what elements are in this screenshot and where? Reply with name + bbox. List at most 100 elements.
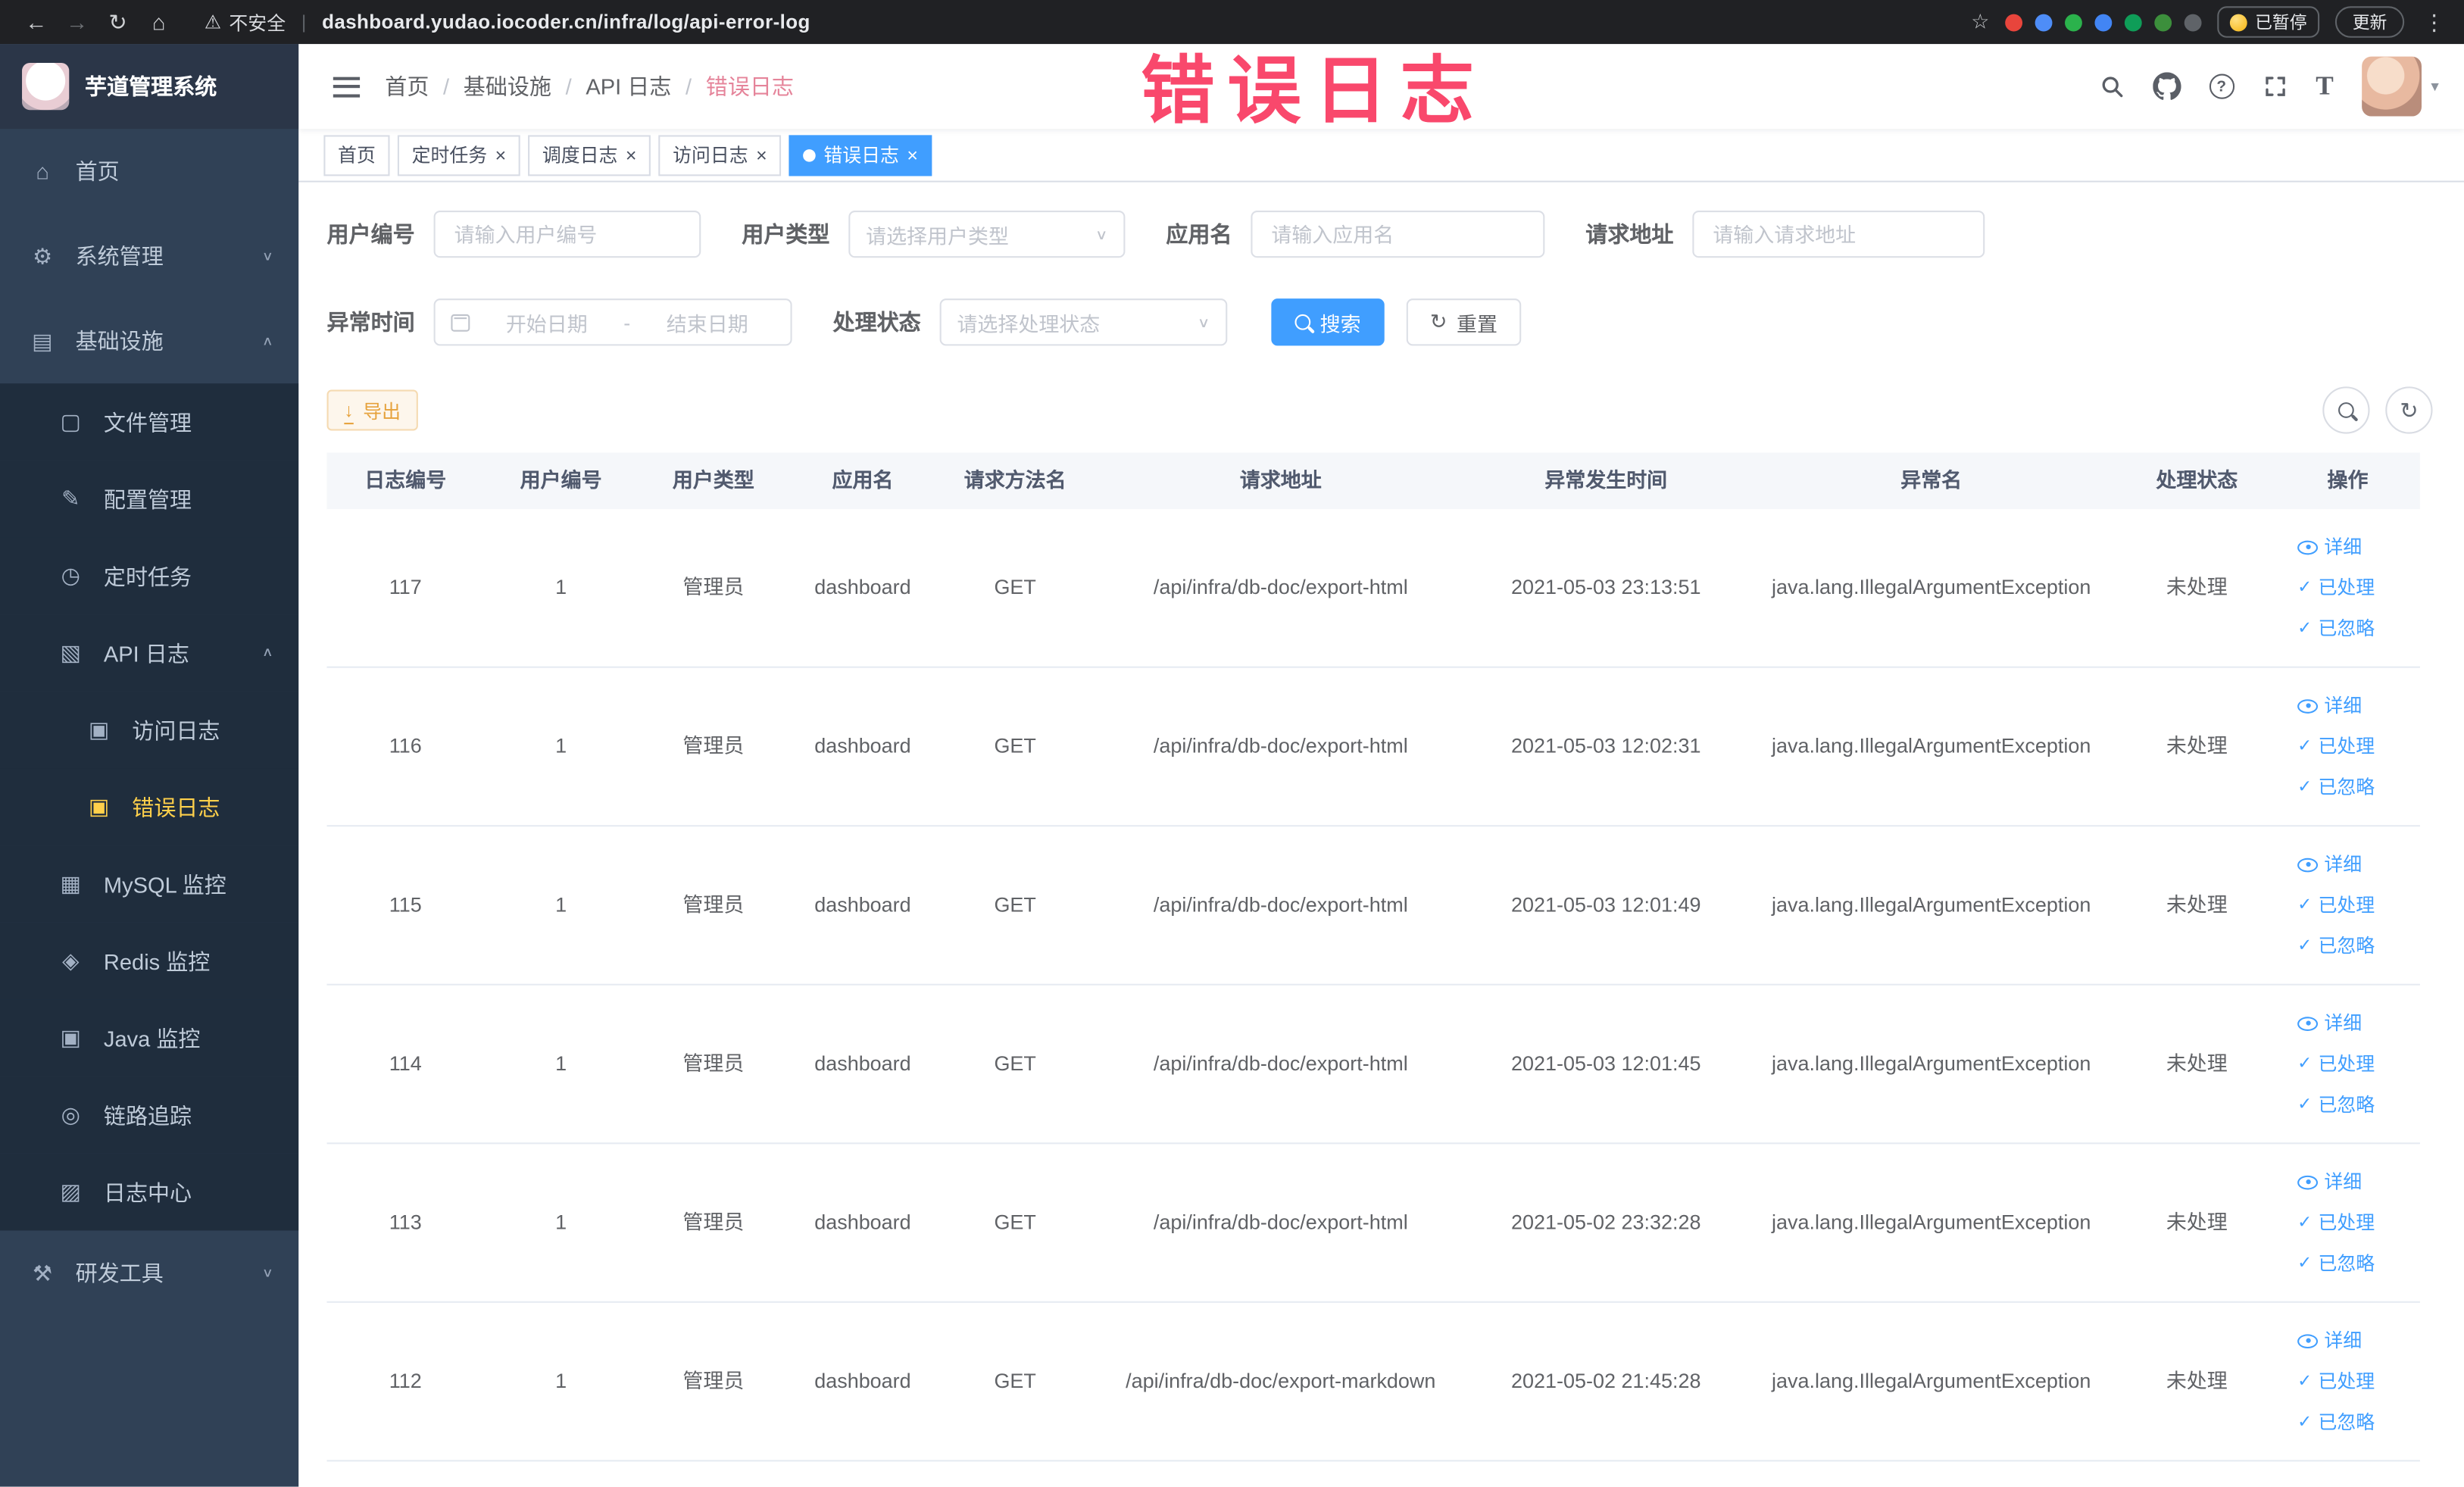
- home-icon[interactable]: ⌂: [139, 9, 180, 34]
- sidebar-item-0[interactable]: ⌂ 首页: [0, 129, 298, 214]
- app-logo[interactable]: 芋道管理系统: [0, 44, 299, 130]
- sidebar-item-14[interactable]: ⚒ 研发工具 ∨: [0, 1230, 298, 1315]
- hamburger-icon[interactable]: [333, 76, 361, 97]
- close-icon[interactable]: ×: [907, 145, 918, 164]
- column-header-7: 异常名: [1900, 468, 1963, 492]
- action-processed[interactable]: ✓ 已处理: [2297, 885, 2375, 926]
- paused-extension-badge[interactable]: 已暂停: [2217, 6, 2320, 38]
- user-type-select[interactable]: 请选择用户类型 ∨: [848, 210, 1126, 258]
- tab-4[interactable]: 错误日志 ×: [789, 134, 932, 176]
- action-ignored[interactable]: ✓ 已忽略: [2297, 1084, 2375, 1125]
- process-status-select[interactable]: 请选择处理状态 ∨: [939, 298, 1228, 346]
- extension-icon[interactable]: [2094, 13, 2113, 31]
- extension-icon[interactable]: [2154, 13, 2172, 31]
- check-icon: ✓: [2297, 776, 2313, 796]
- app-name-input[interactable]: [1251, 210, 1545, 258]
- help-icon[interactable]: ?: [2209, 73, 2234, 99]
- breadcrumb-item-1[interactable]: 基础设施: [464, 70, 551, 102]
- reset-button[interactable]: ↻ 重置: [1406, 298, 1522, 346]
- font-size-icon[interactable]: T: [2316, 70, 2334, 102]
- sidebar-item-13[interactable]: ▨ 日志中心: [0, 1153, 299, 1231]
- user-id-input[interactable]: [433, 210, 701, 258]
- action-detail[interactable]: 详细: [2297, 526, 2362, 567]
- cell-log-id: 112: [389, 1368, 422, 1392]
- extension-icon[interactable]: [2124, 13, 2142, 31]
- cell-exception-time: 2021-05-02 23:32:28: [1511, 1210, 1701, 1234]
- action-detail[interactable]: 详细: [2297, 1320, 2362, 1361]
- action-processed[interactable]: ✓ 已处理: [2297, 1044, 2375, 1085]
- end-date-placeholder: 结束日期: [666, 311, 748, 336]
- action-ignored[interactable]: ✓ 已忽略: [2297, 1402, 2375, 1443]
- tab-2[interactable]: 调度日志 ×: [528, 134, 651, 176]
- exception-time-range-picker[interactable]: 开始日期 - 结束日期: [433, 298, 792, 346]
- cell-app-name: dashboard: [814, 1368, 911, 1392]
- action-ignored[interactable]: ✓ 已忽略: [2297, 926, 2375, 967]
- url-text[interactable]: dashboard.yudao.iocoder.cn/infra/log/api…: [322, 11, 810, 33]
- action-detail[interactable]: 详细: [2297, 1003, 2362, 1044]
- toggle-search-button[interactable]: [2322, 386, 2370, 434]
- extension-icon[interactable]: [2065, 13, 2082, 31]
- browser-menu-icon[interactable]: ⋮: [2420, 8, 2448, 35]
- fullscreen-icon[interactable]: [2263, 74, 2288, 99]
- sidebar-item-11[interactable]: ▣ Java 监控: [0, 999, 299, 1077]
- search-icon[interactable]: [2099, 74, 2124, 99]
- extension-icon[interactable]: [2184, 13, 2202, 31]
- bookmark-star-icon[interactable]: ☆: [1971, 9, 1989, 34]
- sidebar-item-1[interactable]: ⚙ 系统管理 ∨: [0, 214, 298, 298]
- omnibox-divider: |: [301, 11, 307, 33]
- action-detail[interactable]: 详细: [2297, 844, 2362, 885]
- sidebar-item-10[interactable]: ◈ Redis 监控: [0, 922, 299, 1000]
- search-button[interactable]: 搜索: [1271, 298, 1385, 346]
- extension-icon[interactable]: [2035, 13, 2053, 31]
- action-ignored[interactable]: ✓ 已忽略: [2297, 608, 2375, 649]
- sidebar-item-4[interactable]: ✎ 配置管理: [0, 460, 299, 538]
- tab-0[interactable]: 首页: [323, 134, 390, 176]
- export-button[interactable]: ↓ 导出: [326, 389, 418, 431]
- action-ignored[interactable]: ✓ 已忽略: [2297, 767, 2375, 808]
- timer-icon: ◷: [61, 562, 81, 588]
- breadcrumb-item-0[interactable]: 首页: [385, 70, 429, 102]
- forward-icon[interactable]: →: [57, 9, 98, 34]
- breadcrumb-item-2[interactable]: API 日志: [586, 70, 671, 102]
- sidebar-item-5[interactable]: ◷ 定时任务: [0, 537, 299, 615]
- sidebar: 芋道管理系统 ⌂ 首页 ⚙ 系统管理 ∨ ▤ 基础设施 ∧ ▢ 文件管理 ✎ 配…: [0, 44, 299, 1487]
- action-processed[interactable]: ✓ 已处理: [2297, 726, 2375, 767]
- action-detail[interactable]: 详细: [2297, 686, 2362, 726]
- browser-actions: ☆ 已暂停 更新 ⋮: [1971, 6, 2448, 38]
- sidebar-item-6[interactable]: ▧ API 日志 ∧: [0, 614, 299, 692]
- action-ignored[interactable]: ✓ 已忽略: [2297, 1243, 2375, 1284]
- check-icon: ✓: [2297, 618, 2313, 638]
- action-label: 已忽略: [2318, 617, 2375, 639]
- action-processed[interactable]: ✓ 已处理: [2297, 567, 2375, 608]
- check-icon: ✓: [2297, 1094, 2313, 1114]
- sidebar-item-7[interactable]: ▣ 访问日志: [0, 691, 299, 769]
- sidebar-item-2[interactable]: ▤ 基础设施 ∧: [0, 298, 298, 383]
- action-label: 已处理: [2318, 1370, 2375, 1392]
- user-menu[interactable]: ▾: [2362, 56, 2439, 117]
- request-url-input[interactable]: [1692, 210, 1985, 258]
- tab-1[interactable]: 定时任务 ×: [397, 134, 520, 176]
- tab-3[interactable]: 访问日志 ×: [658, 134, 782, 176]
- action-detail[interactable]: 详细: [2297, 1161, 2362, 1202]
- tab-label: 首页: [338, 144, 376, 167]
- sidebar-item-9[interactable]: ▦ MySQL 监控: [0, 845, 299, 923]
- site-security-chip[interactable]: ⚠ 不安全: [205, 8, 286, 35]
- tab-label: 调度日志: [542, 144, 618, 167]
- back-icon[interactable]: ←: [16, 9, 57, 34]
- close-icon[interactable]: ×: [626, 145, 637, 164]
- close-icon[interactable]: ×: [495, 145, 507, 164]
- refresh-table-button[interactable]: ↻: [2385, 386, 2433, 434]
- extension-icon[interactable]: [2005, 13, 2023, 31]
- browser-update-button[interactable]: 更新: [2334, 6, 2405, 38]
- cell-app-name: dashboard: [814, 1210, 911, 1234]
- close-icon[interactable]: ×: [756, 145, 767, 164]
- annotation-watermark: 错误日志: [1141, 48, 1487, 133]
- table-row: 114 1 管理员 dashboard GET /api/infra/db-do…: [326, 986, 2420, 1145]
- sidebar-item-8[interactable]: ▣ 错误日志: [0, 768, 299, 846]
- sidebar-item-12[interactable]: ◎ 链路追踪: [0, 1076, 299, 1154]
- action-processed[interactable]: ✓ 已处理: [2297, 1361, 2375, 1402]
- reload-icon[interactable]: ↻: [98, 8, 139, 35]
- action-processed[interactable]: ✓ 已处理: [2297, 1202, 2375, 1243]
- sidebar-item-3[interactable]: ▢ 文件管理: [0, 383, 299, 461]
- github-icon[interactable]: [2152, 72, 2181, 100]
